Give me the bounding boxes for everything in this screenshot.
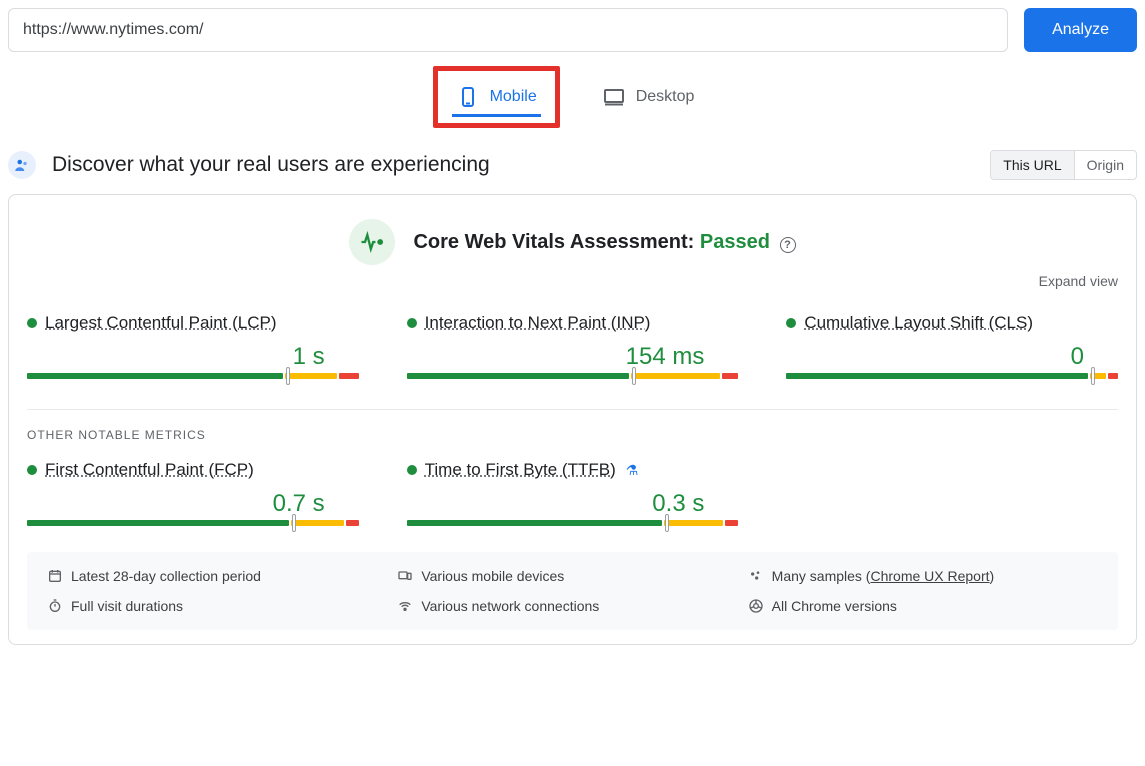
scope-origin[interactable]: Origin xyxy=(1074,151,1136,179)
real-users-title: Discover what your real users are experi… xyxy=(52,153,490,177)
metric-fcp-link[interactable]: First Contentful Paint (FCP) xyxy=(45,460,254,480)
desktop-icon xyxy=(602,85,626,109)
metric-inp-value: 154 ms xyxy=(407,343,739,371)
metric-cls-link[interactable]: Cumulative Layout Shift (CLS) xyxy=(804,313,1033,333)
network-icon xyxy=(397,598,413,614)
metric-cls-bar xyxy=(786,373,1118,379)
footer-durations: Full visit durations xyxy=(71,598,183,614)
help-icon[interactable]: ? xyxy=(780,237,796,253)
chrome-icon xyxy=(748,598,764,614)
expand-view-link[interactable]: Expand view xyxy=(27,273,1118,289)
mobile-icon xyxy=(456,85,480,109)
vitals-icon xyxy=(349,219,395,265)
metric-fcp-value: 0.7 s xyxy=(27,490,359,518)
marker-icon xyxy=(632,367,636,385)
marker-icon xyxy=(665,514,669,532)
collection-details: Latest 28-day collection period Various … xyxy=(27,552,1118,630)
metric-ttfb: Time to First Byte (TTFB) ⚗ 0.3 s xyxy=(407,460,739,526)
metric-lcp-value: 1 s xyxy=(27,343,359,371)
calendar-icon xyxy=(47,568,63,584)
footer-samples-suffix: ) xyxy=(990,568,995,584)
url-input[interactable] xyxy=(8,8,1008,52)
metric-cls: Cumulative Layout Shift (CLS) 0 xyxy=(786,313,1118,379)
experimental-icon: ⚗ xyxy=(626,462,639,479)
status-dot-icon xyxy=(407,318,417,328)
metric-ttfb-bar xyxy=(407,520,739,526)
assessment-status: Passed xyxy=(700,231,770,253)
metric-ttfb-link[interactable]: Time to First Byte (TTFB) xyxy=(425,460,616,480)
metric-inp-bar xyxy=(407,373,739,379)
assessment-label: Core Web Vitals Assessment: xyxy=(413,231,694,253)
marker-icon xyxy=(292,514,296,532)
scope-this-url[interactable]: This URL xyxy=(991,151,1073,179)
metric-inp: Interaction to Next Paint (INP) 154 ms xyxy=(407,313,739,379)
tab-mobile[interactable]: Mobile xyxy=(433,66,560,128)
footer-versions: All Chrome versions xyxy=(772,598,897,614)
assessment-panel: Core Web Vitals Assessment: Passed ? Exp… xyxy=(8,194,1137,645)
metric-lcp-bar xyxy=(27,373,359,379)
metric-fcp-bar xyxy=(27,520,359,526)
status-dot-icon xyxy=(27,318,37,328)
footer-connections: Various network connections xyxy=(421,598,599,614)
tab-mobile-label: Mobile xyxy=(490,88,537,106)
devices-icon xyxy=(397,568,413,584)
chrome-ux-report-link[interactable]: Chrome UX Report xyxy=(870,568,989,584)
tab-desktop-label: Desktop xyxy=(636,88,695,106)
metric-ttfb-value: 0.3 s xyxy=(407,490,739,518)
stopwatch-icon xyxy=(47,598,63,614)
footer-devices: Various mobile devices xyxy=(421,568,564,584)
marker-icon xyxy=(1091,367,1095,385)
marker-icon xyxy=(286,367,290,385)
metric-lcp: Largest Contentful Paint (LCP) 1 s xyxy=(27,313,359,379)
metric-inp-link[interactable]: Interaction to Next Paint (INP) xyxy=(425,313,651,333)
analyze-button[interactable]: Analyze xyxy=(1024,8,1137,52)
users-icon xyxy=(8,151,36,179)
scope-toggle: This URL Origin xyxy=(990,150,1137,180)
metric-cls-value: 0 xyxy=(786,343,1118,371)
samples-icon xyxy=(748,568,764,584)
footer-samples-prefix: Many samples ( xyxy=(772,568,871,584)
status-dot-icon xyxy=(786,318,796,328)
status-dot-icon xyxy=(27,465,37,475)
metric-lcp-link[interactable]: Largest Contentful Paint (LCP) xyxy=(45,313,277,333)
status-dot-icon xyxy=(407,465,417,475)
tab-desktop[interactable]: Desktop xyxy=(584,66,713,128)
metric-fcp: First Contentful Paint (FCP) 0.7 s xyxy=(27,460,359,526)
footer-period: Latest 28-day collection period xyxy=(71,568,261,584)
other-metrics-header: OTHER NOTABLE METRICS xyxy=(27,428,1118,442)
